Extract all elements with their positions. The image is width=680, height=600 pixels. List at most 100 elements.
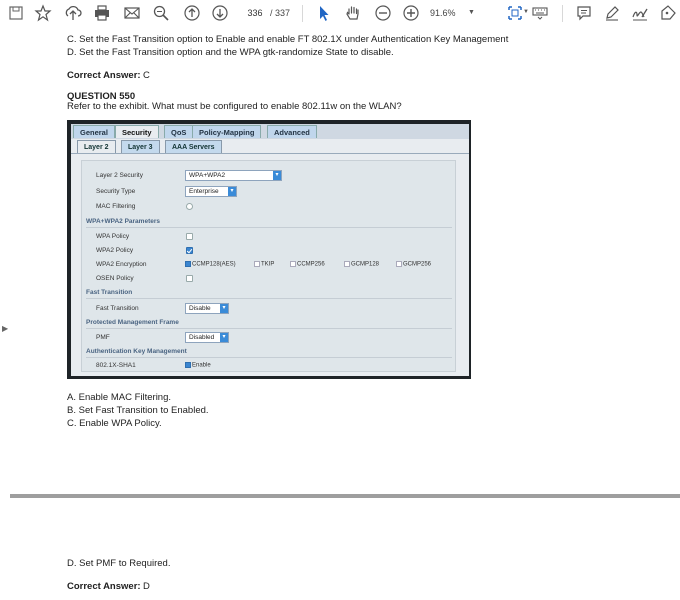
save-icon[interactable] — [6, 3, 26, 23]
keyboard-icon[interactable] — [530, 3, 550, 23]
encryption-ccmp128: CCMP128(AES) — [185, 261, 236, 268]
checkbox-icon — [185, 362, 191, 368]
subtab-layer-3: Layer 3 — [121, 140, 160, 153]
toolbar-divider — [562, 5, 563, 22]
zoom-level[interactable]: 91.6% — [430, 8, 456, 18]
prev-option-d: D. Set the Fast Transition option and th… — [67, 47, 394, 58]
akm-section: Authentication Key Management — [86, 348, 187, 355]
fit-dropdown-icon[interactable]: ▼ — [523, 9, 529, 15]
checkbox-icon — [254, 261, 260, 267]
security-type-label: Security Type — [96, 188, 136, 195]
akm-row-label: 802.1X-SHA1 — [96, 362, 136, 369]
wpa2-policy-label: WPA2 Policy — [96, 247, 134, 254]
comment-icon[interactable] — [574, 3, 594, 23]
prev-answer-label: Correct Answer: — [67, 70, 141, 81]
section-divider — [86, 328, 452, 329]
wpa2-policy-checkbox — [186, 247, 193, 254]
tab-security: Security — [115, 125, 159, 138]
wpa2-encryption-label: WPA2 Encryption — [96, 261, 147, 268]
layer2-security-value: WPA+WPA2 — [189, 172, 226, 179]
answer-value: D — [143, 581, 150, 592]
encryption-option-label: GCMP256 — [403, 261, 432, 268]
dropdown-arrow-icon: ▾ — [273, 171, 281, 180]
layer2-settings-panel: Layer 2 Security WPA+WPA2 ▾ Security Type… — [81, 160, 456, 372]
checkbox-icon — [344, 261, 350, 267]
checkbox-icon — [290, 261, 296, 267]
wpa-policy-checkbox — [186, 233, 193, 240]
wlan-config-screen: General Security QoS Policy-Mapping Adva… — [71, 124, 469, 376]
osen-policy-checkbox — [186, 275, 193, 282]
section-divider — [86, 227, 452, 228]
option-a: A. Enable MAC Filtering. — [67, 392, 172, 403]
exhibit-image: General Security QoS Policy-Mapping Adva… — [67, 120, 471, 379]
zoom-out-icon[interactable] — [373, 3, 393, 23]
pmf-section: Protected Management Frame — [86, 319, 179, 326]
page-up-icon[interactable] — [182, 3, 202, 23]
pmf-label: PMF — [96, 334, 110, 341]
wpa-policy-label: WPA Policy — [96, 233, 130, 240]
fast-transition-label: Fast Transition — [96, 305, 139, 312]
print-icon[interactable] — [92, 3, 112, 23]
layer2-security-select: WPA+WPA2 ▾ — [185, 170, 282, 181]
fast-transition-select: Disable ▾ — [185, 303, 229, 314]
akm-enable: Enable — [185, 362, 211, 369]
security-type-select: Enterprise ▾ — [185, 186, 237, 197]
fit-page-icon[interactable] — [505, 3, 525, 23]
page-down-icon[interactable] — [210, 3, 230, 23]
email-icon[interactable] — [122, 3, 142, 23]
encryption-gcmp128: GCMP128 — [344, 261, 379, 268]
tab-general: General — [73, 125, 115, 138]
encryption-option-label: CCMP256 — [297, 261, 325, 268]
question-text: Refer to the exhibit. What must be confi… — [67, 101, 402, 112]
dropdown-arrow-icon: ▾ — [228, 187, 236, 196]
tab-policy-mapping: Policy-Mapping — [192, 125, 262, 138]
zoom-in-icon[interactable] — [401, 3, 421, 23]
exhibit-subtab-bar: Layer 2 Layer 3 AAA Servers — [71, 139, 469, 154]
encryption-option-label: GCMP128 — [351, 261, 380, 268]
prev-answer-value: C — [143, 70, 150, 81]
zoom-search-icon[interactable] — [151, 3, 171, 23]
select-cursor-icon[interactable] — [314, 3, 334, 23]
encryption-option-label: CCMP128(AES) — [192, 261, 236, 268]
mac-filtering-label: MAC Filtering — [96, 203, 136, 210]
checkbox-icon — [396, 261, 402, 267]
expand-panel-arrow-icon[interactable]: ▶ — [2, 324, 8, 333]
zoom-dropdown-icon[interactable]: ▼ — [468, 9, 475, 16]
prev-option-c: C. Set the Fast Transition option to Ena… — [67, 34, 509, 45]
security-type-value: Enterprise — [189, 188, 219, 195]
highlight-pen-icon[interactable] — [602, 3, 622, 23]
option-b: B. Set Fast Transition to Enabled. — [67, 405, 209, 416]
fill-sign-icon[interactable] — [658, 3, 678, 23]
encryption-ccmp256: CCMP256 — [290, 261, 325, 268]
bookmark-star-icon[interactable] — [33, 3, 53, 23]
sign-icon[interactable] — [630, 3, 650, 23]
pdf-page: D. Set PMF to Required. Correct Answer: … — [10, 498, 680, 600]
subtab-layer-2: Layer 2 — [77, 140, 116, 153]
toolbar-divider — [302, 5, 303, 22]
subtab-aaa-servers: AAA Servers — [165, 140, 222, 153]
checkbox-icon — [185, 261, 191, 267]
encryption-gcmp256: GCMP256 — [396, 261, 431, 268]
page-number-input[interactable] — [240, 5, 270, 21]
tab-qos: QoS — [164, 125, 194, 138]
mac-filtering-checkbox — [186, 203, 193, 210]
encryption-option-label: TKIP — [261, 261, 275, 268]
option-d: D. Set PMF to Required. — [67, 558, 171, 569]
fast-transition-section: Fast Transition — [86, 289, 133, 296]
exhibit-tab-bar: General Security QoS Policy-Mapping Adva… — [71, 124, 469, 139]
dropdown-arrow-icon: ▾ — [220, 304, 228, 313]
encryption-tkip: TKIP — [254, 261, 274, 268]
section-divider — [86, 298, 452, 299]
akm-enable-label: Enable — [192, 362, 211, 369]
pmf-select: Disabled ▾ — [185, 332, 229, 343]
hand-tool-icon[interactable] — [343, 3, 363, 23]
upload-icon[interactable] — [63, 3, 83, 23]
dropdown-arrow-icon: ▾ — [220, 333, 228, 342]
osen-policy-label: OSEN Policy — [96, 275, 134, 282]
page-total-label: / 337 — [270, 8, 291, 18]
wpa-params-section: WPA+WPA2 Parameters — [86, 218, 160, 225]
answer-label: Correct Answer: — [67, 581, 141, 592]
tab-advanced: Advanced — [267, 125, 317, 138]
option-c: C. Enable WPA Policy. — [67, 418, 162, 429]
layer2-security-label: Layer 2 Security — [96, 172, 143, 179]
